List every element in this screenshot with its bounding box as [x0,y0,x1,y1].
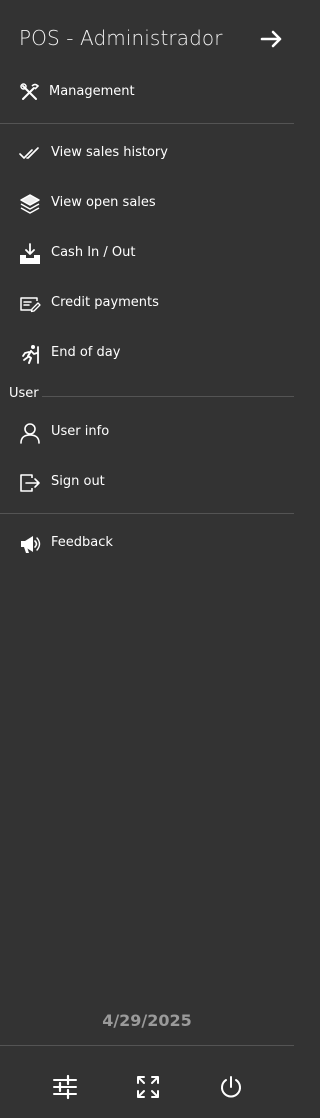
power-button[interactable] [218,1074,244,1100]
collapse-pane-button[interactable] [259,26,285,52]
app-title: POS - Administrador [19,26,223,50]
menu-item-user-info[interactable]: User info [0,411,294,455]
menu-item-label: Feedback [51,535,113,550]
menu-item-label: User info [51,424,110,439]
menu-item-end-of-day[interactable]: End of day [0,332,294,376]
double-check-icon [19,147,39,159]
menu-item-label: Sign out [51,474,105,489]
sign-out-icon [20,474,40,492]
menu-item-sign-out[interactable]: Sign out [0,461,294,505]
tools-icon [20,83,40,100]
menu-item-label: Management [49,84,135,99]
menu-item-label: End of day [51,345,121,360]
fullscreen-icon [137,1076,159,1098]
footer-toolbar [0,1045,294,1118]
person-icon [20,423,40,444]
current-date: 4/29/2025 [102,1011,192,1030]
section-header-user: User [0,386,294,406]
megaphone-icon [21,536,41,553]
running-person-icon [22,345,39,364]
section-title: User [9,386,39,401]
settings-button[interactable] [52,1074,78,1100]
menu-item-management[interactable]: Management [0,71,294,115]
menu-item-open-sales[interactable]: View open sales [0,182,294,226]
navigation-pane: POS - Administrador Management View sale… [0,0,294,1118]
divider [0,123,294,124]
section-divider [42,396,294,397]
menu-item-sales-history[interactable]: View sales history [0,132,294,176]
edit-card-icon [20,297,41,313]
menu-item-credit-payments[interactable]: Credit payments [0,282,294,326]
menu-item-label: Cash In / Out [51,245,136,260]
sliders-icon [53,1074,77,1100]
menu-item-feedback[interactable]: Feedback [0,522,294,566]
tray-download-icon [20,243,40,264]
menu-item-label: Credit payments [51,295,159,310]
fullscreen-button[interactable] [135,1074,161,1100]
menu-item-label: View open sales [51,195,156,210]
power-icon [221,1076,241,1098]
layers-icon [20,194,40,214]
divider [0,513,294,514]
menu-item-cash-in-out[interactable]: Cash In / Out [0,232,294,276]
menu-item-label: View sales history [51,145,168,160]
pane-header: POS - Administrador [0,20,294,60]
arrow-right-icon [260,30,282,48]
